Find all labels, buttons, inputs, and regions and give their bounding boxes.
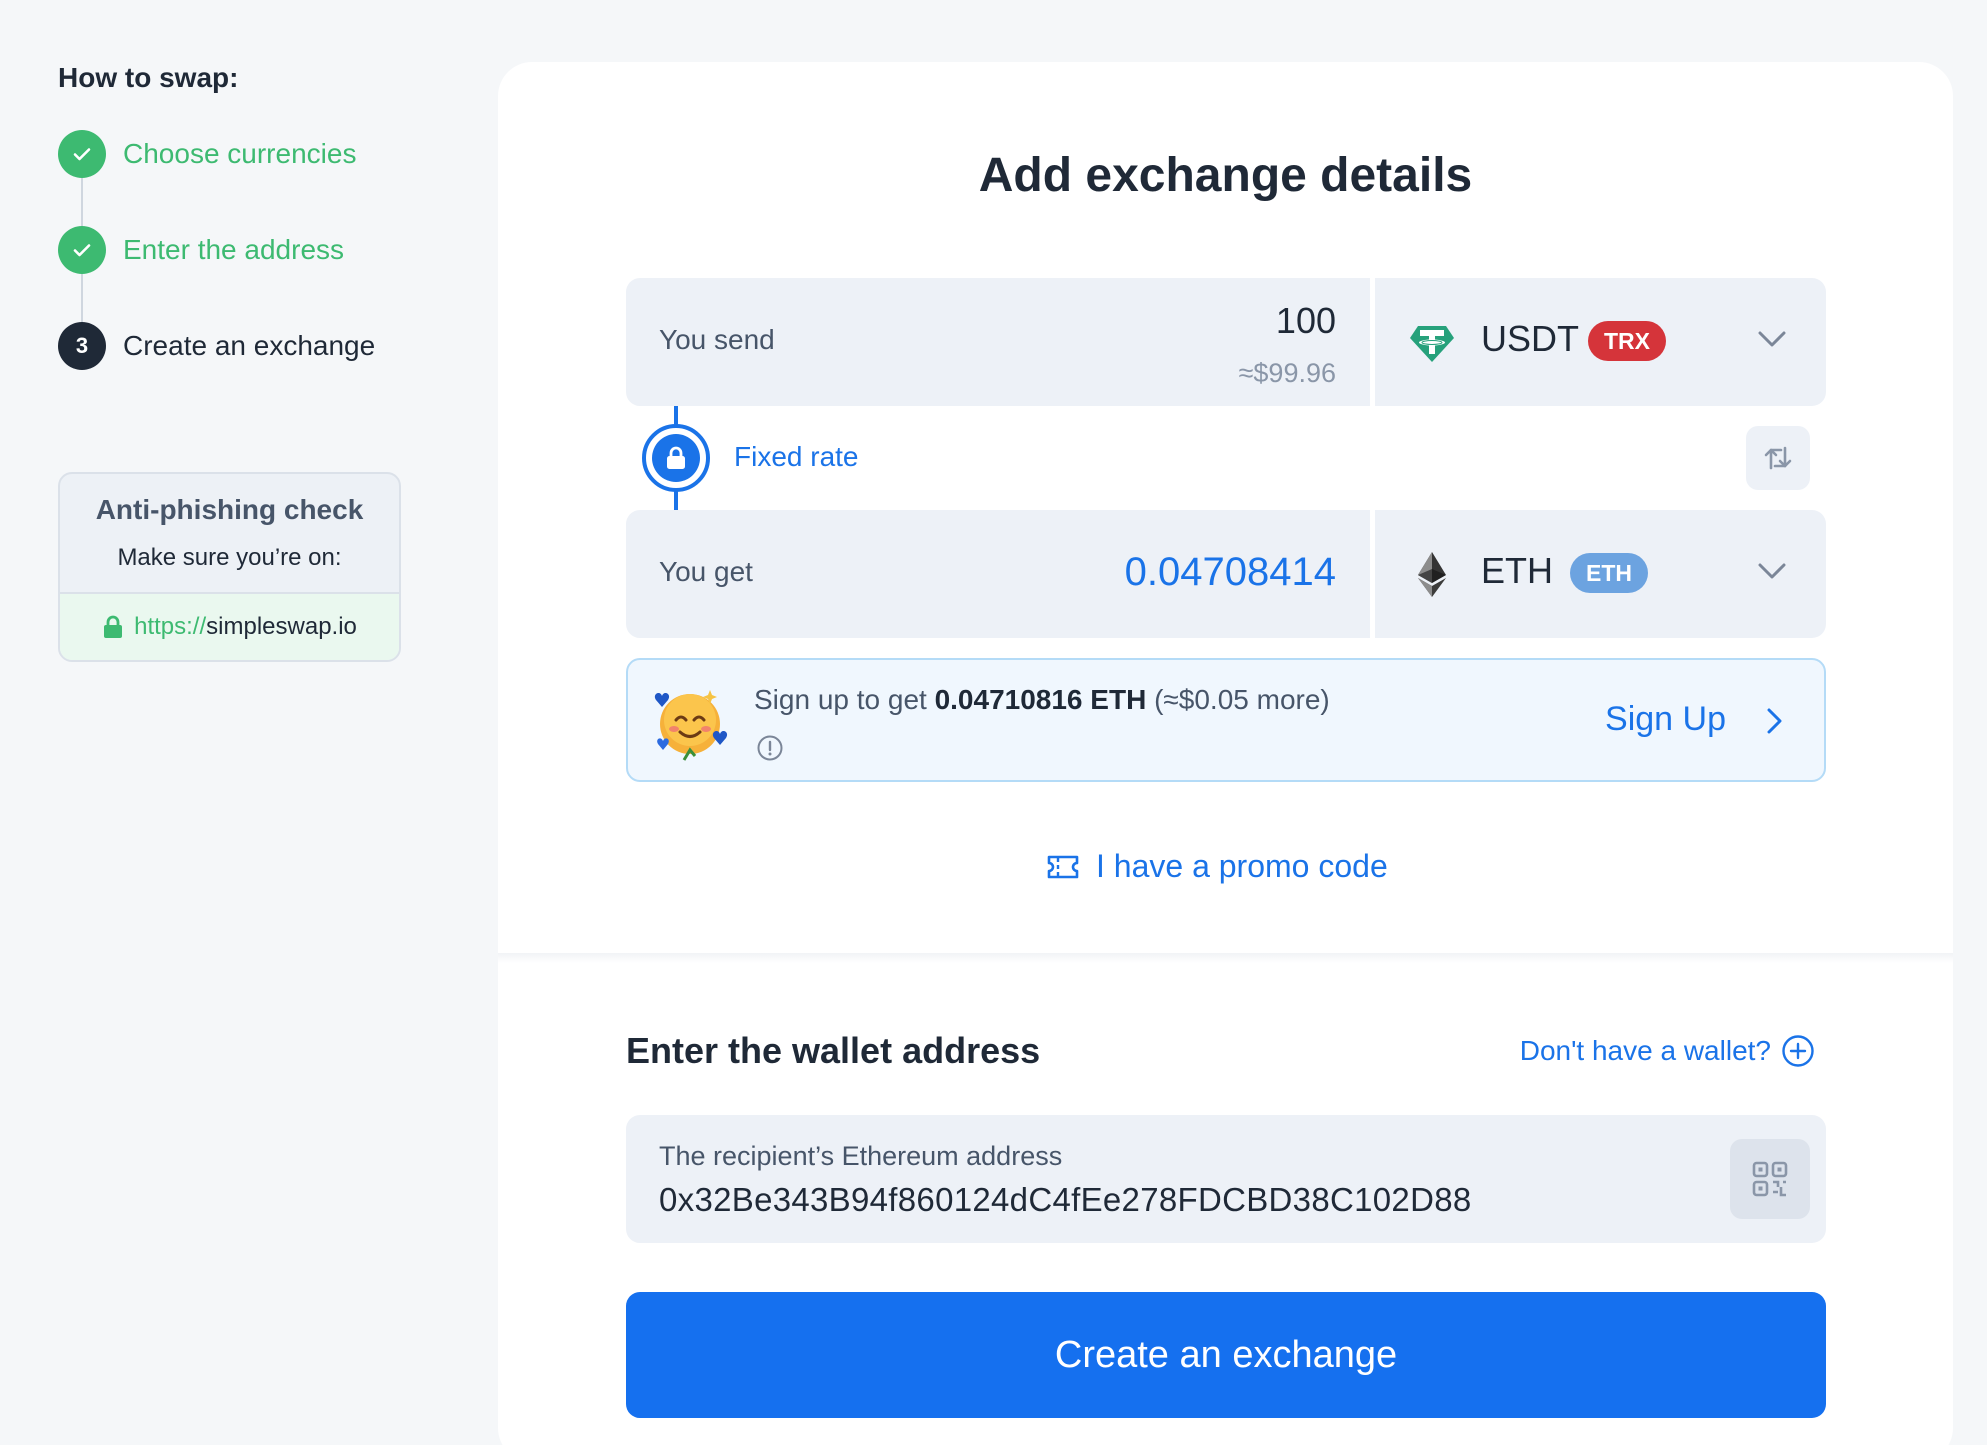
how-to-swap-title: How to swap: — [58, 62, 239, 93]
lock-icon — [104, 615, 123, 638]
step-label: Create an exchange — [123, 330, 376, 361]
signup-text-prefix: Sign up to get — [754, 684, 935, 715]
tether-icon — [1410, 326, 1454, 362]
get-amount-value: 0.04708414 — [1124, 550, 1336, 594]
ticket-icon — [1047, 855, 1079, 878]
send-currency-select[interactable]: USDT TRX — [1375, 278, 1826, 406]
promo-code-label[interactable]: I have a promo code — [1096, 848, 1388, 885]
get-field: You get 0.04708414 ETH ETH — [626, 510, 1826, 638]
get-amount-box: You get 0.04708414 — [626, 510, 1370, 638]
step-number: 3 — [58, 322, 106, 370]
url-host: simpleswap.io — [206, 613, 357, 640]
ethereum-icon — [1418, 552, 1446, 597]
get-label: You get — [659, 556, 753, 587]
plus-circle-icon — [1782, 1035, 1814, 1067]
no-wallet-link[interactable]: Don't have a wallet? — [1520, 1034, 1815, 1068]
rate-row: Fixed rate — [626, 406, 1826, 510]
recipient-address-label: The recipient’s Ethereum address — [659, 1141, 1063, 1171]
anti-phishing-url: https://simpleswap.io — [60, 592, 399, 660]
fixed-rate-toggle[interactable] — [642, 424, 710, 492]
swap-currencies-button[interactable] — [1746, 426, 1810, 490]
step-enter-address: Enter the address — [58, 226, 403, 274]
page-title: Add exchange details — [978, 149, 1473, 202]
recipient-address-field[interactable]: The recipient’s Ethereum address 0x32Be3… — [626, 1115, 1826, 1243]
network-badge: TRX — [1588, 321, 1666, 361]
no-wallet-label[interactable]: Don't have a wallet? — [1520, 1035, 1771, 1067]
signup-text-suffix: (≈$0.05 more) — [1146, 684, 1330, 715]
send-usd-estimate: ≈$99.96 — [1238, 358, 1336, 388]
chevron-right-icon[interactable] — [1764, 706, 1784, 736]
fixed-rate-label[interactable]: Fixed rate — [734, 441, 859, 473]
recipient-address-input[interactable]: 0x32Be343B94f860124dC4fEe278FDCBD38C102D… — [659, 1181, 1472, 1219]
url-protocol: https:// — [134, 613, 207, 640]
step-connector — [81, 274, 83, 322]
get-currency-name: ETH — [1481, 550, 1553, 591]
swap-icon — [1764, 446, 1792, 470]
step-label: Choose currencies — [123, 138, 357, 169]
step-choose-currencies: Choose currencies — [58, 130, 403, 178]
signup-bonus-text: Sign up to get 0.04710816 ETH (≈$0.05 mo… — [754, 684, 1330, 716]
step-connector — [81, 178, 83, 226]
signup-bonus-banner: Sign up to get 0.04710816 ETH (≈$0.05 mo… — [626, 658, 1826, 782]
send-label: You send — [659, 324, 775, 355]
check-icon — [58, 226, 106, 274]
chevron-down-icon — [1758, 331, 1786, 347]
signup-bonus-amount: 0.04710816 ETH — [934, 684, 1147, 715]
step-create-exchange: 3 Create an exchange — [58, 322, 403, 370]
smiling-face-hearts-icon — [654, 690, 728, 761]
card-divider — [498, 953, 1953, 963]
how-to-swap-sidebar: How to swap: Choose currencies Enter the… — [58, 62, 403, 662]
anti-phishing-card: Anti-phishing check Make sure you’re on:… — [58, 472, 401, 662]
check-icon — [58, 130, 106, 178]
wallet-section-title: Enter the wallet address — [626, 1030, 1041, 1071]
chevron-down-icon — [1758, 563, 1786, 579]
network-badge: ETH — [1570, 553, 1648, 593]
steps-list: Choose currencies Enter the address 3 Cr… — [58, 130, 403, 370]
signup-link[interactable]: Sign Up — [1605, 700, 1726, 739]
promo-code-link[interactable]: I have a promo code — [1046, 848, 1388, 885]
anti-phishing-title: Anti-phishing check — [95, 494, 364, 525]
info-icon[interactable] — [756, 734, 784, 762]
send-currency-name: USDT — [1481, 318, 1579, 359]
qr-scan-button[interactable] — [1730, 1139, 1810, 1219]
create-exchange-button[interactable]: Create an exchange — [626, 1292, 1826, 1418]
anti-phishing-subtitle: Make sure you’re on: — [117, 544, 342, 571]
send-amount-box[interactable]: You send 100 ≈$99.96 — [626, 278, 1370, 406]
send-field: You send 100 ≈$99.96 USDT TRX — [626, 278, 1826, 406]
lock-icon — [652, 434, 700, 482]
get-currency-select[interactable]: ETH ETH — [1375, 510, 1826, 638]
step-label: Enter the address — [123, 234, 345, 265]
send-amount-input[interactable]: 100 — [1276, 300, 1336, 342]
qr-code-icon — [1752, 1161, 1788, 1197]
